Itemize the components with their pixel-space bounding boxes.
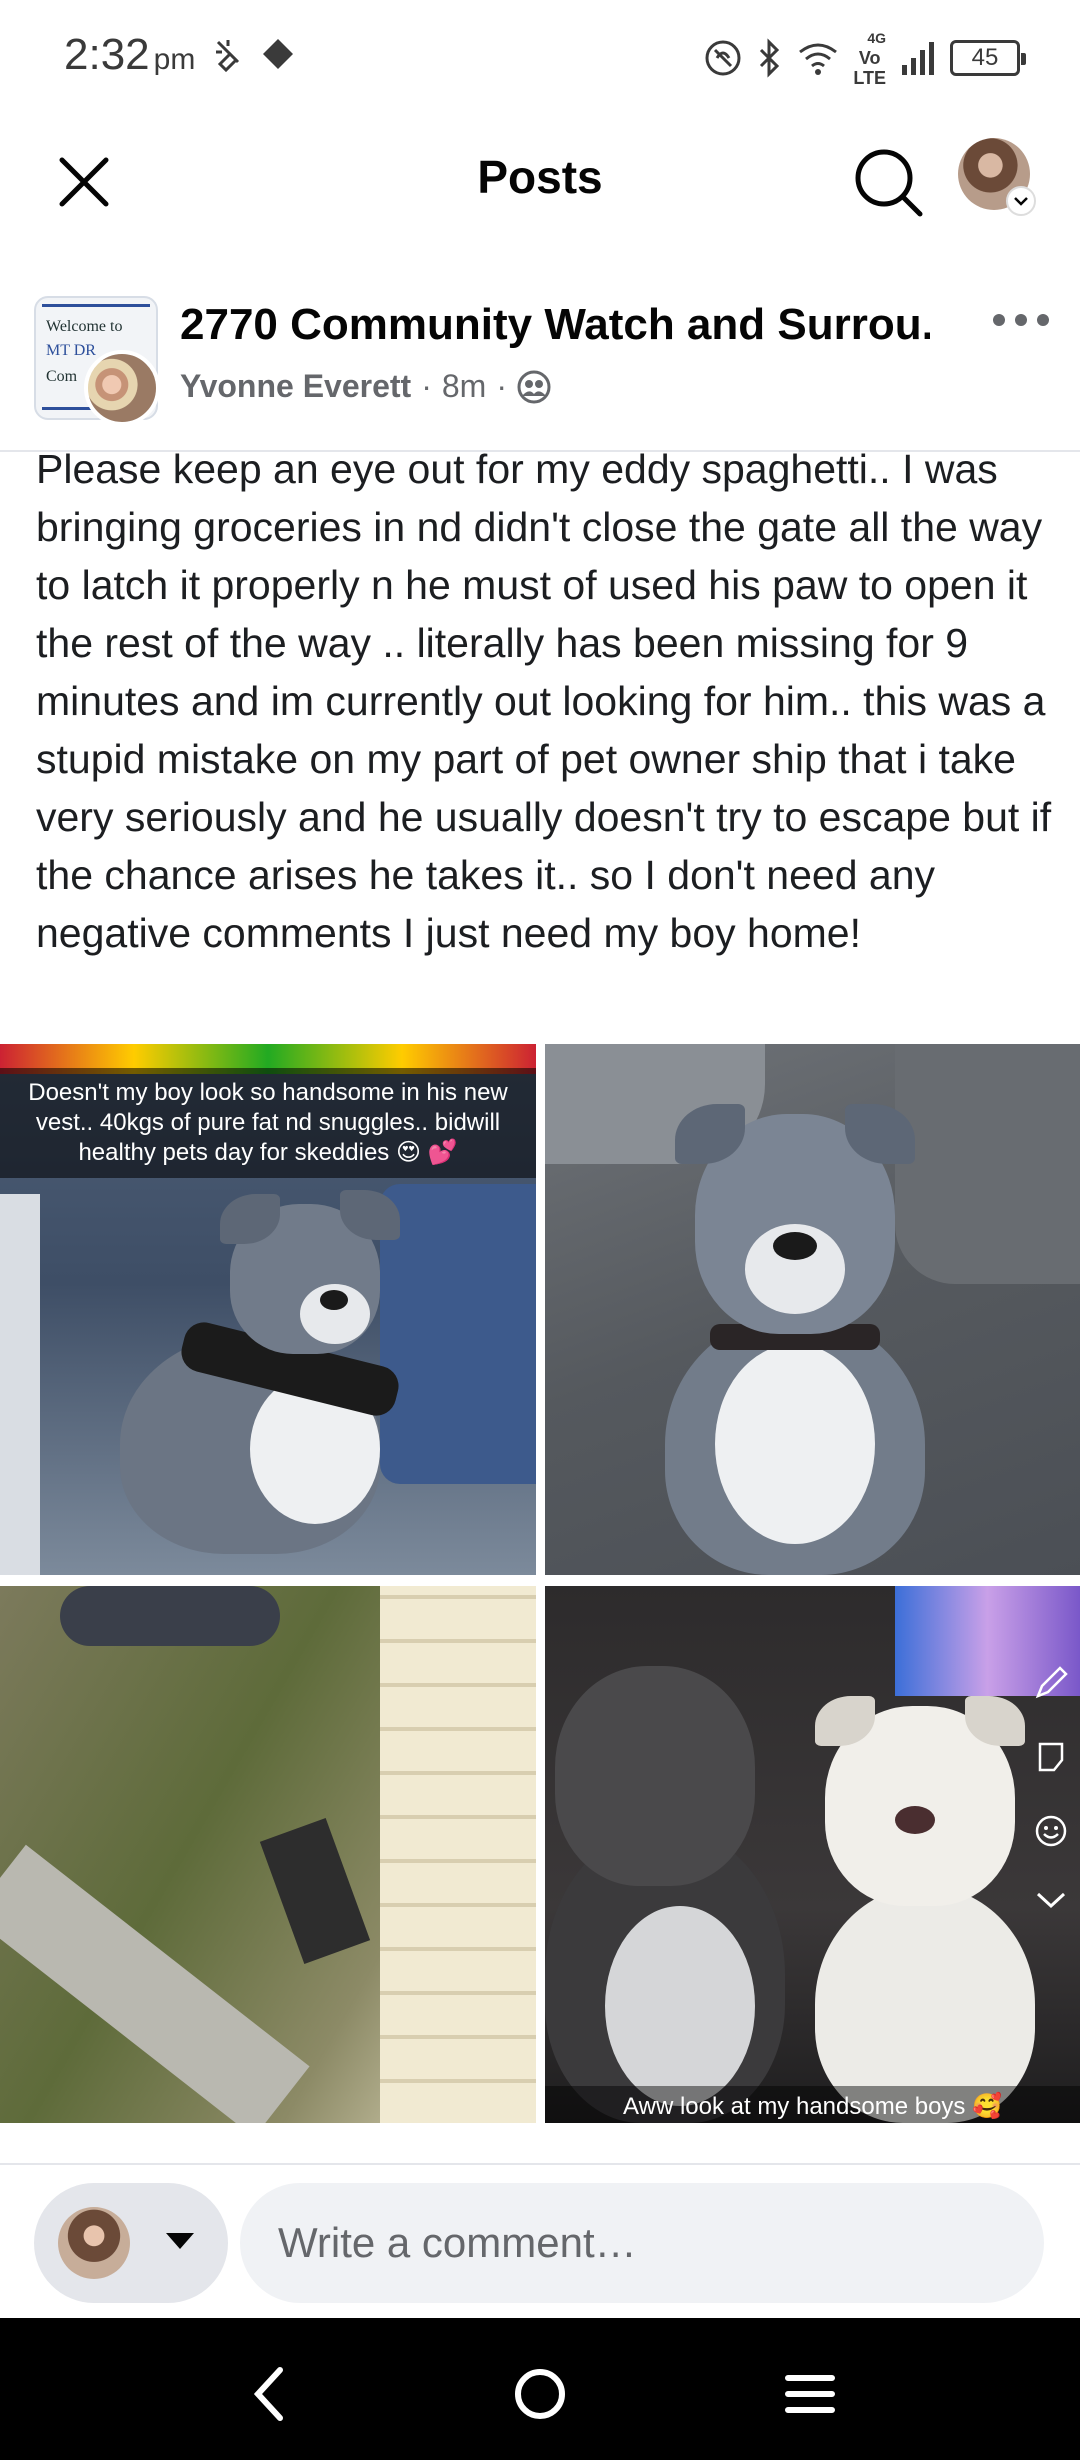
dog-nose xyxy=(895,1806,935,1834)
dog-shape xyxy=(60,1586,280,1646)
comment-identity-switcher[interactable] xyxy=(34,2183,228,2303)
post-photo-1[interactable]: Doesn't my boy look so handsome in his n… xyxy=(0,1044,536,1575)
diamond-icon xyxy=(263,39,293,69)
comment-input[interactable] xyxy=(240,2183,1044,2303)
sticker-icon xyxy=(1038,1742,1064,1772)
search-button[interactable] xyxy=(846,140,930,224)
system-nav-bar xyxy=(0,2318,1080,2460)
battery-level: 45 xyxy=(971,44,999,71)
caret-down-icon xyxy=(166,2233,194,2249)
author-avatar[interactable] xyxy=(84,350,160,426)
more-options-button[interactable] xyxy=(986,300,1056,340)
dog-nose xyxy=(320,1290,348,1310)
nfc-icon xyxy=(705,40,741,76)
group-avatar-text-3: Com xyxy=(46,368,78,385)
post-time[interactable]: 8m xyxy=(442,368,486,405)
flashlight-icon xyxy=(216,40,240,72)
back-button[interactable] xyxy=(230,2354,310,2434)
post-meta: Yvonne Everett · 8m · xyxy=(180,368,551,405)
volte-label: Vo LTE xyxy=(853,48,886,88)
group-avatar-text-1: Welcome to xyxy=(46,318,123,335)
signal-icon xyxy=(902,42,934,75)
post-photo-2[interactable] xyxy=(545,1044,1080,1575)
network-gen: 4G xyxy=(867,30,886,46)
home-button[interactable] xyxy=(500,2354,580,2434)
meta-separator: · xyxy=(496,368,507,404)
clock-ampm: pm xyxy=(153,43,196,76)
home-icon xyxy=(515,2369,565,2419)
wifi-icon xyxy=(799,43,838,75)
photo-caption: Aww look at my handsome boys 🥰 xyxy=(545,2086,1080,2123)
avatar xyxy=(58,2207,130,2279)
post-header: Welcome to MT DR Com 2770 Community Watc… xyxy=(0,280,1080,430)
photo-path xyxy=(0,1844,310,2123)
status-right: 4G Vo LTE 45 xyxy=(703,28,1026,88)
notification-icons xyxy=(210,36,296,72)
meta-separator: · xyxy=(421,368,432,404)
recents-button[interactable] xyxy=(770,2354,850,2434)
photo-door-frame xyxy=(0,1194,40,1575)
app-header: Posts xyxy=(0,110,1080,240)
back-icon xyxy=(253,2367,283,2421)
chevron-down-icon xyxy=(1006,186,1036,216)
more-icon xyxy=(993,314,1049,326)
post-photo-3[interactable] xyxy=(0,1586,536,2123)
sign-stripe xyxy=(42,304,150,307)
search-icon xyxy=(855,149,923,217)
profile-button[interactable] xyxy=(958,138,1038,218)
dog-chest xyxy=(715,1344,875,1544)
group-name[interactable]: 2770 Community Watch and Surrou... xyxy=(180,300,930,350)
photo-couch xyxy=(380,1184,536,1484)
photo-mat xyxy=(259,1817,371,1965)
emoji-icon xyxy=(1035,1815,1067,1847)
chevron-down-icon xyxy=(1036,1892,1066,1909)
volte-indicator: 4G Vo LTE xyxy=(853,28,886,88)
battery-indicator: 45 xyxy=(950,40,1026,76)
photo-caption: Doesn't my boy look so handsome in his n… xyxy=(0,1068,536,1178)
recents-icon xyxy=(785,2375,835,2413)
dog-chest xyxy=(605,1906,755,2106)
pencil-icon xyxy=(1035,1666,1068,1699)
dog-nose xyxy=(773,1232,817,1260)
dog-head xyxy=(555,1666,755,1886)
clock-text: 2:32 xyxy=(64,30,150,79)
author-name[interactable]: Yvonne Everett xyxy=(180,368,411,405)
snap-tools xyxy=(1034,1666,1068,1912)
post-body: Please keep an eye out for my eddy spagh… xyxy=(36,446,1052,956)
comment-bar xyxy=(0,2163,1080,2313)
photo-cushion xyxy=(895,1044,1080,1284)
status-bar: 2:32 pm 4G Vo LTE 45 xyxy=(0,0,1080,110)
group-privacy-icon xyxy=(517,370,551,403)
status-time: 2:32 pm xyxy=(64,30,195,80)
post-photo-4[interactable]: Aww look at my handsome boys 🥰 xyxy=(545,1586,1080,2123)
photo-wall xyxy=(380,1586,536,2123)
bluetooth-icon xyxy=(760,38,780,78)
group-avatar-text-2: MT DR xyxy=(46,342,96,359)
